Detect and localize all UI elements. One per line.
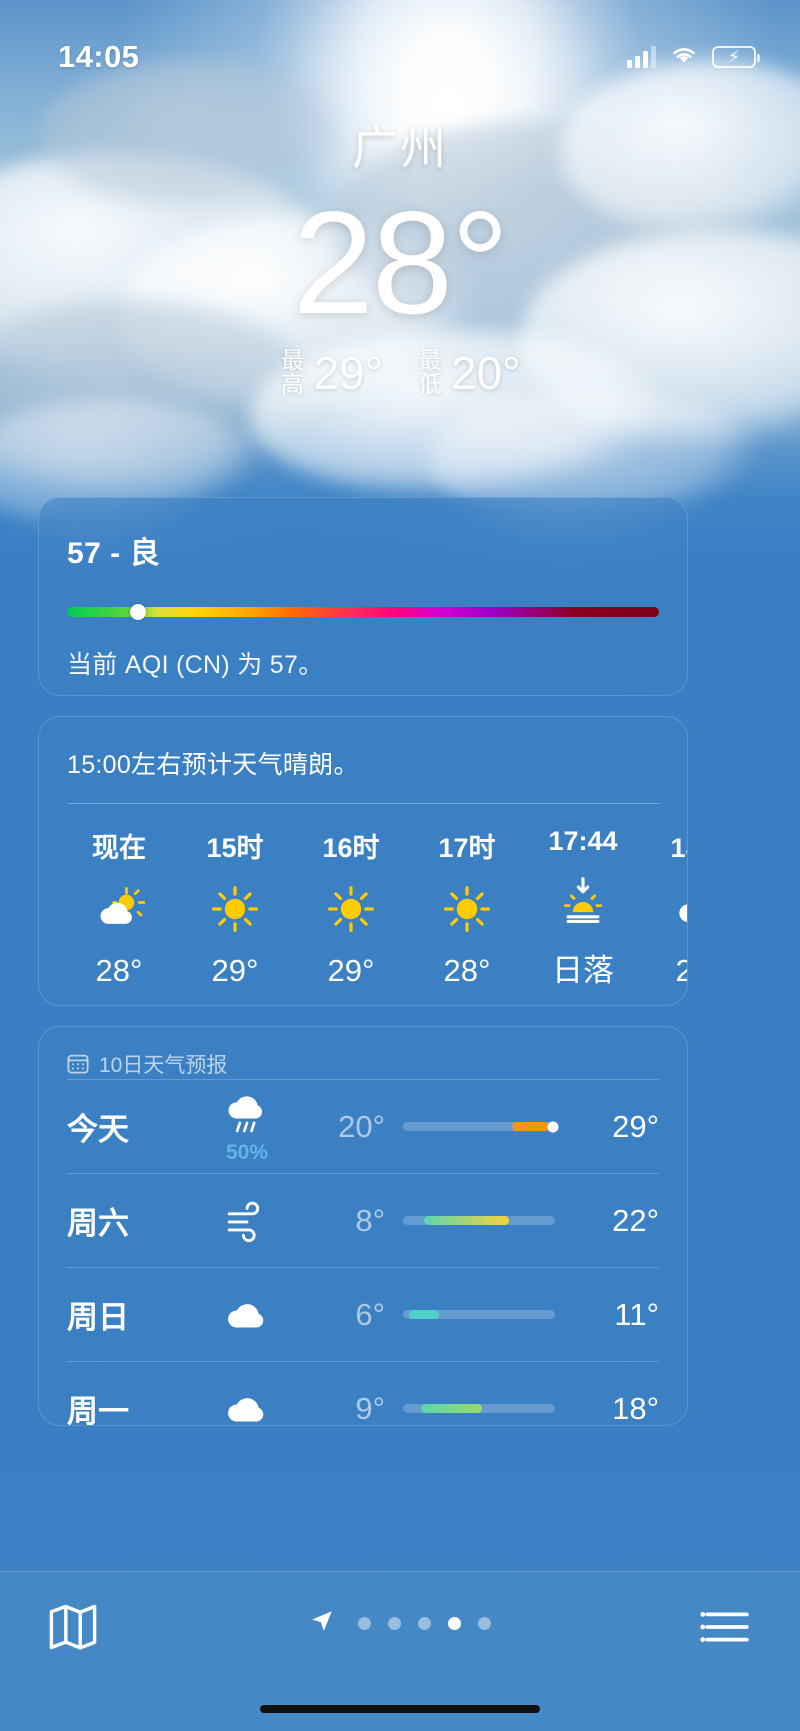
aqi-indicator-dot bbox=[130, 604, 147, 620]
high-label: 最高 bbox=[280, 346, 304, 397]
cloud-icon bbox=[195, 1290, 299, 1340]
aqi-gradient-bar bbox=[67, 607, 659, 617]
status-clock: 14:05 bbox=[58, 39, 140, 74]
calendar-icon bbox=[67, 1053, 89, 1075]
sun-icon bbox=[323, 881, 379, 937]
list-icon[interactable] bbox=[700, 1600, 754, 1654]
daily-low: 20° bbox=[338, 1108, 385, 1144]
sun-icon bbox=[439, 881, 495, 937]
hourly-summary: 15:00左右预计天气晴朗。 bbox=[67, 751, 359, 779]
page-indicator[interactable] bbox=[309, 1600, 491, 1639]
cloud-icon bbox=[195, 1384, 299, 1426]
aqi-title: 57 - 良 bbox=[67, 537, 161, 570]
hourly-temp: 28° bbox=[95, 953, 143, 988]
hourly-time: 17:44 bbox=[548, 826, 618, 856]
current-temperature: 28° bbox=[292, 181, 510, 344]
current-temp-dot bbox=[547, 1121, 559, 1132]
hourly-time: 15时 bbox=[206, 833, 264, 863]
temp-range-fill bbox=[512, 1122, 549, 1131]
status-indicators: ⚡ bbox=[627, 44, 760, 71]
page-dot-active[interactable] bbox=[448, 1617, 461, 1630]
sun-icon bbox=[207, 881, 263, 937]
ten-day-forecast-card[interactable]: 10日天气预报 今天 50% 20° 29° 周六 8° 22° 周日 6° 1… bbox=[38, 1026, 688, 1426]
hourly-temp: 27° bbox=[676, 953, 687, 989]
hourly-time: 18时 bbox=[670, 833, 687, 863]
temp-range-fill bbox=[409, 1310, 440, 1319]
hourly-item[interactable]: 15时 29° bbox=[177, 826, 293, 990]
daily-row[interactable]: 周六 8° 22° bbox=[67, 1173, 659, 1267]
hourly-time: 现在 bbox=[92, 833, 146, 863]
location-arrow-icon[interactable] bbox=[309, 1608, 335, 1639]
hourly-time: 16时 bbox=[322, 833, 380, 863]
temp-range-fill bbox=[424, 1216, 510, 1225]
high-low-row: 最高 29° 最低 20° bbox=[0, 346, 800, 400]
high-temp-group: 最高 29° bbox=[279, 346, 383, 400]
page-dot[interactable] bbox=[358, 1617, 371, 1630]
page-dot[interactable] bbox=[418, 1617, 431, 1630]
daily-high: 11° bbox=[614, 1296, 659, 1332]
signal-bars-icon bbox=[627, 46, 656, 68]
daily-day-name: 周一 bbox=[67, 1394, 129, 1426]
hourly-forecast-card[interactable]: 15:00左右预计天气晴朗。 现在 28° 15时 29° 16时 29° 17时 2… bbox=[38, 716, 688, 1006]
daily-low: 8° bbox=[355, 1202, 385, 1238]
page-dot[interactable] bbox=[478, 1617, 491, 1630]
daily-card-header-label: 10日天气预报 bbox=[99, 1054, 228, 1077]
hourly-scroll-list[interactable]: 现在 28° 15时 29° 16时 29° 17时 28° 17:44 日落 … bbox=[39, 804, 687, 990]
low-temp-group: 最低 20° bbox=[417, 346, 521, 400]
page-title: 广州 bbox=[352, 122, 448, 174]
temp-range-track bbox=[403, 1310, 555, 1319]
daily-high: 22° bbox=[612, 1202, 659, 1238]
battery-charging-icon: ⚡ bbox=[712, 46, 760, 68]
daily-high: 29° bbox=[612, 1108, 659, 1144]
temp-range-track bbox=[403, 1216, 555, 1225]
status-bar: 14:05 ⚡ bbox=[0, 0, 800, 90]
daily-low: 9° bbox=[355, 1390, 385, 1426]
daily-day-name: 周六 bbox=[67, 1206, 129, 1241]
hourly-temp: 29° bbox=[327, 953, 375, 988]
hourly-item[interactable]: 16时 29° bbox=[293, 826, 409, 990]
temp-range-track bbox=[403, 1404, 555, 1413]
temp-range-fill bbox=[421, 1404, 483, 1413]
daily-row[interactable]: 周一 9° 18° bbox=[67, 1361, 659, 1426]
current-conditions: 广州 28° 最高 29° 最低 20° bbox=[0, 112, 800, 400]
temp-range-track bbox=[403, 1121, 559, 1132]
hourly-temp: 28° bbox=[443, 953, 491, 988]
daily-low: 6° bbox=[355, 1296, 385, 1332]
daily-row[interactable]: 今天 50% 20° 29° bbox=[67, 1079, 659, 1173]
page-dot[interactable] bbox=[388, 1617, 401, 1630]
cloud-icon bbox=[671, 881, 687, 937]
map-icon[interactable] bbox=[46, 1600, 100, 1654]
rain-icon: 50% bbox=[195, 1089, 299, 1165]
precip-probability: 50% bbox=[225, 1140, 269, 1164]
hourly-item[interactable]: 18时 27° bbox=[641, 826, 687, 990]
daily-card-header: 10日天气预报 bbox=[39, 1027, 687, 1079]
high-value: 29° bbox=[313, 346, 383, 399]
sunset-icon bbox=[555, 873, 611, 929]
hourly-temp: 日落 bbox=[552, 953, 614, 988]
daily-rows: 今天 50% 20° 29° 周六 8° 22° 周日 6° 11° 周一 9°… bbox=[39, 1079, 687, 1426]
daily-day-name: 周日 bbox=[67, 1300, 129, 1335]
aqi-description: 当前 AQI (CN) 为 57。 bbox=[67, 651, 324, 679]
hourly-item[interactable]: 17:44 日落 bbox=[525, 826, 641, 990]
wind-icon bbox=[195, 1196, 299, 1246]
tab-bar bbox=[0, 1571, 800, 1731]
hourly-item[interactable]: 17时 28° bbox=[409, 826, 525, 990]
home-indicator bbox=[260, 1705, 540, 1713]
wifi-icon bbox=[669, 44, 699, 71]
daily-high: 18° bbox=[612, 1390, 659, 1426]
hourly-temp: 29° bbox=[211, 953, 259, 988]
low-value: 20° bbox=[451, 346, 521, 399]
daily-day-name: 今天 bbox=[67, 1112, 129, 1147]
air-quality-card[interactable]: 57 - 良 当前 AQI (CN) 为 57。 bbox=[38, 497, 688, 696]
low-label: 最低 bbox=[418, 346, 442, 397]
hourly-time: 17时 bbox=[438, 833, 496, 863]
hourly-item[interactable]: 现在 28° bbox=[61, 826, 177, 990]
aqi-scale bbox=[67, 604, 659, 620]
partly-cloudy-icon bbox=[91, 881, 147, 937]
daily-row[interactable]: 周日 6° 11° bbox=[67, 1267, 659, 1361]
